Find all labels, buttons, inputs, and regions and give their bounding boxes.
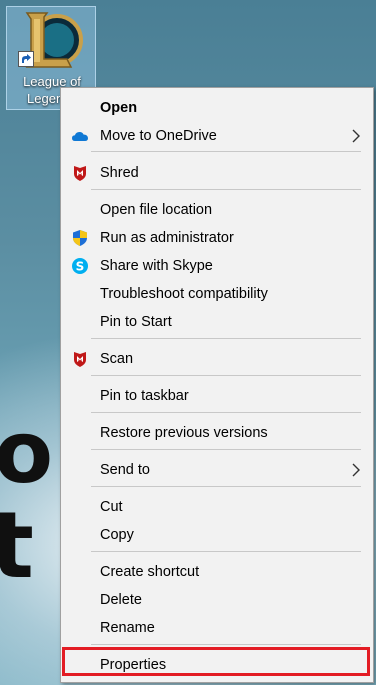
menu-item-label: Pin to taskbar: [100, 388, 189, 404]
properties-highlight-box: [62, 647, 370, 676]
menu-item-open-file-location[interactable]: Open file location: [61, 197, 373, 223]
menu-item-open[interactable]: Open: [61, 95, 373, 121]
context-menu: Open Move to OneDrive Shred Open file lo…: [60, 87, 374, 683]
menu-item-create-shortcut[interactable]: Create shortcut: [61, 559, 373, 585]
chevron-right-icon: [352, 129, 360, 143]
menu-item-label: Open file location: [100, 202, 213, 218]
menu-item-troubleshoot-compatibility[interactable]: Troubleshoot compatibility: [61, 281, 373, 307]
skype-icon: S: [72, 258, 88, 274]
menu-item-move-to-onedrive[interactable]: Move to OneDrive: [61, 123, 373, 149]
menu-item-label: Create shortcut: [100, 564, 200, 580]
menu-separator: [91, 644, 361, 645]
menu-item-send-to[interactable]: Send to: [61, 457, 373, 483]
menu-item-label: Scan: [100, 351, 134, 367]
menu-item-cut[interactable]: Cut: [61, 494, 373, 520]
menu-item-share-with-skype[interactable]: S Share with Skype: [61, 253, 373, 279]
menu-item-label: Troubleshoot compatibility: [100, 286, 268, 302]
chevron-right-icon: [352, 463, 360, 477]
menu-item-pin-to-start[interactable]: Pin to Start: [61, 309, 373, 335]
menu-item-label: Restore previous versions: [100, 425, 268, 441]
menu-item-label: Move to OneDrive: [100, 128, 217, 144]
menu-item-label: Delete: [100, 592, 142, 608]
menu-separator: [91, 486, 361, 487]
onedrive-cloud-icon: [72, 132, 88, 141]
menu-separator: [91, 375, 361, 376]
menu-separator: [91, 449, 361, 450]
menu-item-delete[interactable]: Delete: [61, 587, 373, 613]
wallpaper-text-line-1: o: [0, 403, 53, 503]
menu-item-shred[interactable]: Shred: [61, 160, 373, 186]
menu-separator: [91, 151, 361, 152]
menu-item-label: Rename: [100, 620, 155, 636]
uac-shield-icon: [73, 230, 87, 246]
menu-item-label: Run as administrator: [100, 230, 234, 246]
menu-item-label: Cut: [100, 499, 123, 515]
menu-item-label: Share with Skype: [100, 258, 213, 274]
menu-item-label: Shred: [100, 165, 139, 181]
menu-separator: [91, 189, 361, 190]
menu-item-label: Copy: [100, 527, 134, 543]
menu-item-label: Open: [100, 100, 138, 116]
menu-separator: [91, 338, 361, 339]
menu-item-label: Send to: [100, 462, 150, 478]
svg-text:S: S: [76, 260, 85, 274]
menu-item-restore-previous-versions[interactable]: Restore previous versions: [61, 420, 373, 446]
menu-item-rename[interactable]: Rename: [61, 615, 373, 641]
menu-item-copy[interactable]: Copy: [61, 522, 373, 548]
menu-item-run-as-administrator[interactable]: Run as administrator: [61, 225, 373, 251]
menu-item-scan[interactable]: Scan: [61, 346, 373, 372]
shortcut-arrow-icon: [18, 51, 34, 67]
menu-separator: [91, 551, 361, 552]
menu-item-label: Pin to Start: [100, 314, 172, 330]
mcafee-shield-icon: [74, 352, 86, 367]
menu-item-pin-to-taskbar[interactable]: Pin to taskbar: [61, 383, 373, 409]
menu-separator: [91, 412, 361, 413]
mcafee-shield-icon: [74, 166, 86, 181]
